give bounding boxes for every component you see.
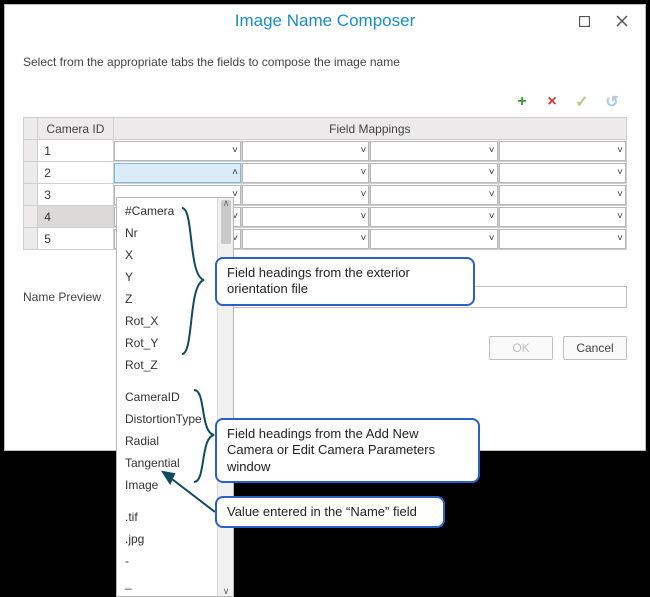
field-mapping-dropdown[interactable]: ˅ <box>370 207 497 227</box>
table-row: 2 ˄ ˅ ˅ ˅ <box>24 162 627 184</box>
grid-toolbar: + × ✓ ↺ <box>23 93 627 111</box>
maximize-icon[interactable] <box>565 6 603 36</box>
table-row: 3˅˅˅˅ <box>24 184 627 206</box>
table-row: 1 ˅ ˅ ˅ ˅ <box>24 140 627 162</box>
chevron-down-icon: ˄ <box>232 167 238 178</box>
field-mapping-dropdown[interactable]: ˅ <box>370 141 497 161</box>
camera-id-cell[interactable]: 4 <box>38 206 113 228</box>
chevron-down-icon: ˅ <box>489 233 495 244</box>
callout-name-field: Value entered in the “Name” field <box>215 496 445 528</box>
chevron-down-icon: ˅ <box>617 211 623 222</box>
field-mapping-dropdown[interactable]: ˅ <box>370 229 497 249</box>
field-mapping-dropdown[interactable]: ˅ <box>499 141 626 161</box>
brace-group1 <box>176 206 212 356</box>
row-handle[interactable] <box>24 162 38 184</box>
field-mapping-dropdown[interactable]: ˅ <box>242 207 369 227</box>
camera-id-header: Camera ID <box>38 118 113 140</box>
window-controls <box>565 6 641 36</box>
arrow-to-image <box>160 470 220 520</box>
chevron-down-icon: ˅ <box>489 189 495 200</box>
chevron-down-icon: ˅ <box>360 145 366 156</box>
dialog-window: Image Name Composer Select from the appr… <box>4 4 646 451</box>
chevron-down-icon: ˅ <box>360 167 366 178</box>
chevron-down-icon: ˅ <box>232 145 238 156</box>
field-mapping-dropdown[interactable]: ˅ <box>499 207 626 227</box>
field-mappings-header: Field Mappings <box>113 118 626 140</box>
chevron-down-icon: ˅ <box>360 233 366 244</box>
field-mapping-dropdown[interactable]: ˅ <box>242 163 369 183</box>
row-handle[interactable] <box>24 184 38 206</box>
chevron-down-icon: ˅ <box>489 167 495 178</box>
chevron-down-icon: ˅ <box>489 211 495 222</box>
add-row-icon[interactable]: + <box>513 93 531 111</box>
dialog-content: Select from the appropriate tabs the fie… <box>5 37 645 372</box>
camera-id-cell[interactable]: 3 <box>38 184 113 206</box>
dropdown-item[interactable]: - <box>117 550 217 572</box>
table-row: 5˅˅˅˅ <box>24 228 627 250</box>
dropdown-item[interactable]: .jpg <box>117 528 217 550</box>
titlebar: Image Name Composer <box>5 5 645 37</box>
row-handle-header <box>24 118 38 140</box>
scroll-down-icon[interactable]: ∨ <box>221 586 231 596</box>
field-mapping-dropdown[interactable]: ˅ <box>370 163 497 183</box>
dropdown-item[interactable]: _ <box>117 572 217 594</box>
close-icon[interactable] <box>603 6 641 36</box>
remove-row-icon[interactable]: × <box>543 93 561 111</box>
chevron-down-icon: ˅ <box>617 189 623 200</box>
cancel-button[interactable]: Cancel <box>563 336 627 360</box>
field-mapping-dropdown[interactable]: ˅ <box>242 185 369 205</box>
name-preview-label: Name Preview <box>23 290 117 304</box>
camera-id-cell[interactable]: 2 <box>38 162 113 184</box>
field-mapping-dropdown[interactable]: ˅ <box>114 141 241 161</box>
field-mapping-dropdown[interactable]: ˅ <box>242 141 369 161</box>
camera-id-cell[interactable]: 5 <box>38 228 113 250</box>
row-handle[interactable] <box>24 140 38 162</box>
ok-button[interactable]: OK <box>489 336 553 360</box>
field-mapping-dropdown[interactable]: ˅ <box>499 163 626 183</box>
instruction-text: Select from the appropriate tabs the fie… <box>23 55 627 69</box>
confirm-icon[interactable]: ✓ <box>573 93 591 111</box>
callout-exterior-orientation: Field headings from the exterior orienta… <box>215 257 475 306</box>
row-handle[interactable] <box>24 228 38 250</box>
field-mapping-dropdown[interactable]: ˅ <box>370 185 497 205</box>
field-mapping-dropdown[interactable]: ˄ <box>114 163 241 183</box>
chevron-down-icon: ˅ <box>617 167 623 178</box>
chevron-down-icon: ˅ <box>617 233 623 244</box>
chevron-down-icon: ˅ <box>489 145 495 156</box>
chevron-down-icon: ˅ <box>617 145 623 156</box>
row-handle[interactable] <box>24 206 38 228</box>
scroll-up-icon[interactable]: ∧ <box>221 198 231 208</box>
field-mapping-dropdown[interactable]: ˅ <box>499 229 626 249</box>
mapping-grid: Camera ID Field Mappings 1 ˅ ˅ ˅ ˅ 2 ˄ ˅ ˅ ˅ 3 ˅ ˅ ˅ ˅… <box>23 117 627 250</box>
chevron-down-icon: ˅ <box>360 189 366 200</box>
table-row: 4˅˅˅˅ <box>24 206 627 228</box>
camera-id-cell[interactable]: 1 <box>38 140 113 162</box>
field-mapping-dropdown[interactable]: ˅ <box>499 185 626 205</box>
undo-icon[interactable]: ↺ <box>603 93 621 111</box>
dialog-buttons: OK Cancel <box>23 336 627 360</box>
chevron-down-icon: ˅ <box>360 211 366 222</box>
field-mapping-dropdown[interactable]: ˅ <box>242 229 369 249</box>
callout-camera-parameters: Field headings from the Add New Camera o… <box>215 418 480 483</box>
window-title: Image Name Composer <box>85 11 565 31</box>
dropdown-item[interactable]: Rot_Z <box>117 354 217 376</box>
